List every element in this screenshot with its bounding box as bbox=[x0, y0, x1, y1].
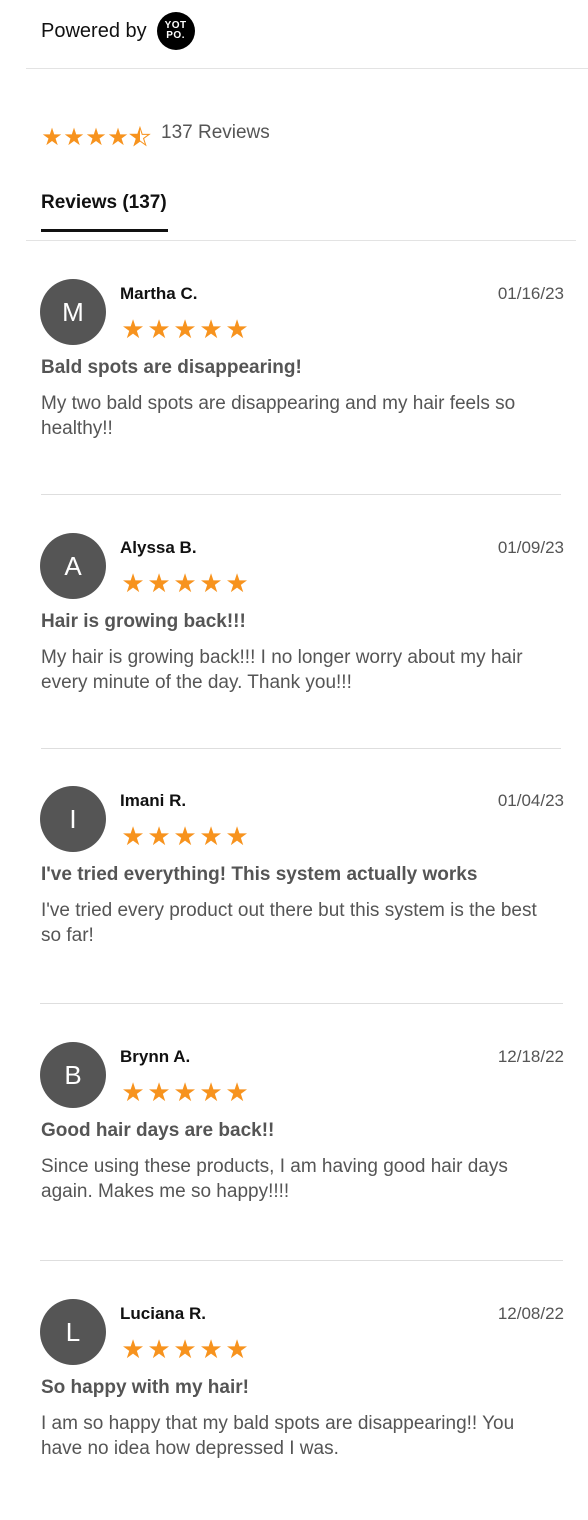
review-date: 12/18/22 bbox=[497, 1047, 564, 1066]
star-full-icon: ★ bbox=[41, 124, 63, 151]
star-full-icon: ★ bbox=[199, 1334, 223, 1364]
star-full-icon: ★ bbox=[147, 568, 171, 598]
reviewer-name: Alyssa B. bbox=[120, 538, 197, 557]
reviewer-avatar: B bbox=[40, 1042, 106, 1108]
review-title: Hair is growing back!!! bbox=[41, 611, 246, 632]
active-tab-indicator bbox=[41, 229, 168, 232]
star-full-icon: ★ bbox=[121, 1334, 145, 1364]
review-date: 01/16/23 bbox=[497, 284, 564, 303]
review-body: My two bald spots are disappearing and m… bbox=[41, 393, 516, 439]
star-full-icon: ★ bbox=[173, 821, 197, 851]
tab-reviews-label: Reviews (137) bbox=[41, 192, 167, 213]
star-full-icon: ★ bbox=[121, 568, 145, 598]
review-body: My hair is growing back!!! I no longer w… bbox=[41, 647, 523, 693]
review-stars: ★ ★ ★ ★ ★ bbox=[120, 316, 250, 342]
review-date: 12/08/22 bbox=[497, 1304, 564, 1323]
reviewer-avatar: I bbox=[40, 786, 106, 852]
reviewer-name: Martha C. bbox=[120, 284, 198, 303]
header-divider bbox=[26, 68, 588, 69]
review-date: 01/04/23 bbox=[497, 791, 564, 810]
review-title: So happy with my hair! bbox=[41, 1377, 249, 1398]
review-title: I've tried everything! This system actua… bbox=[41, 864, 478, 885]
star-full-icon: ★ bbox=[85, 124, 107, 151]
reviewer-avatar: L bbox=[40, 1299, 106, 1365]
star-full-icon: ★ bbox=[121, 1077, 145, 1107]
avatar-initial: M bbox=[62, 296, 84, 327]
review-count-link[interactable]: 137 Reviews bbox=[161, 122, 270, 144]
star-full-icon: ★ bbox=[147, 821, 171, 851]
tabs-divider bbox=[26, 240, 576, 241]
review-stars: ★ ★ ★ ★ ★ bbox=[120, 1336, 250, 1362]
review-body: I am so happy that my bald spots are dis… bbox=[41, 1413, 515, 1459]
review-title: Bald spots are disappearing! bbox=[41, 357, 302, 378]
summary-stars: ★ ★ ★ ★ ★ bbox=[41, 124, 152, 151]
star-full-icon: ★ bbox=[121, 314, 145, 344]
star-full-icon: ★ bbox=[121, 821, 145, 851]
review-divider bbox=[41, 494, 561, 495]
reviewer-avatar: A bbox=[40, 533, 106, 599]
star-full-icon: ★ bbox=[225, 568, 249, 598]
star-full-icon: ★ bbox=[107, 124, 129, 151]
powered-by-yotpo: Powered by YOT PO. bbox=[41, 12, 195, 50]
star-full-icon: ★ bbox=[199, 821, 223, 851]
review-stars: ★ ★ ★ ★ ★ bbox=[120, 570, 250, 596]
star-full-icon: ★ bbox=[199, 314, 223, 344]
reviewer-name: Luciana R. bbox=[120, 1304, 206, 1323]
review-title: Good hair days are back!! bbox=[41, 1120, 275, 1141]
star-full-icon: ★ bbox=[147, 1077, 171, 1107]
star-full-icon: ★ bbox=[147, 314, 171, 344]
powered-by-label: Powered by bbox=[41, 19, 147, 42]
star-full-icon: ★ bbox=[225, 821, 249, 851]
star-full-icon: ★ bbox=[173, 1077, 197, 1107]
star-full-icon: ★ bbox=[63, 124, 85, 151]
rating-summary: ★ ★ ★ ★ ★ 137 Reviews bbox=[41, 122, 270, 151]
star-full-icon: ★ bbox=[199, 1077, 223, 1107]
star-full-icon: ★ bbox=[173, 568, 197, 598]
star-full-icon: ★ bbox=[173, 314, 197, 344]
reviewer-name: Brynn A. bbox=[120, 1047, 191, 1066]
avatar-initial: B bbox=[64, 1059, 82, 1090]
star-full-icon: ★ bbox=[199, 568, 223, 598]
review-divider bbox=[40, 1260, 563, 1261]
star-full-icon: ★ bbox=[225, 314, 249, 344]
review-date: 01/09/23 bbox=[497, 538, 564, 557]
star-full-icon: ★ bbox=[225, 1077, 249, 1107]
avatar-initial: I bbox=[69, 803, 77, 834]
star-full-icon: ★ bbox=[173, 1334, 197, 1364]
tab-reviews[interactable]: Reviews (137) bbox=[41, 192, 167, 214]
review-stars: ★ ★ ★ ★ ★ bbox=[120, 1079, 250, 1105]
star-full-icon: ★ bbox=[225, 1334, 249, 1364]
review-body: I've tried every product out there but t… bbox=[41, 900, 537, 946]
avatar-initial: A bbox=[64, 550, 82, 581]
avatar-initial: L bbox=[65, 1316, 81, 1347]
review-divider bbox=[40, 1003, 563, 1004]
review-stars: ★ ★ ★ ★ ★ bbox=[120, 823, 250, 849]
review-body: Since using these products, I am having … bbox=[41, 1156, 508, 1202]
reviewer-name: Imani R. bbox=[120, 791, 187, 810]
yotpo-logo-line2: PO. bbox=[166, 30, 185, 41]
star-half-icon: ★ bbox=[129, 124, 152, 151]
review-tabs: Reviews (137) bbox=[41, 192, 168, 232]
reviewer-avatar: M bbox=[40, 279, 106, 345]
star-full-icon: ★ bbox=[147, 1334, 171, 1364]
yotpo-logo[interactable]: YOT PO. bbox=[156, 12, 195, 50]
review-divider bbox=[41, 748, 561, 749]
